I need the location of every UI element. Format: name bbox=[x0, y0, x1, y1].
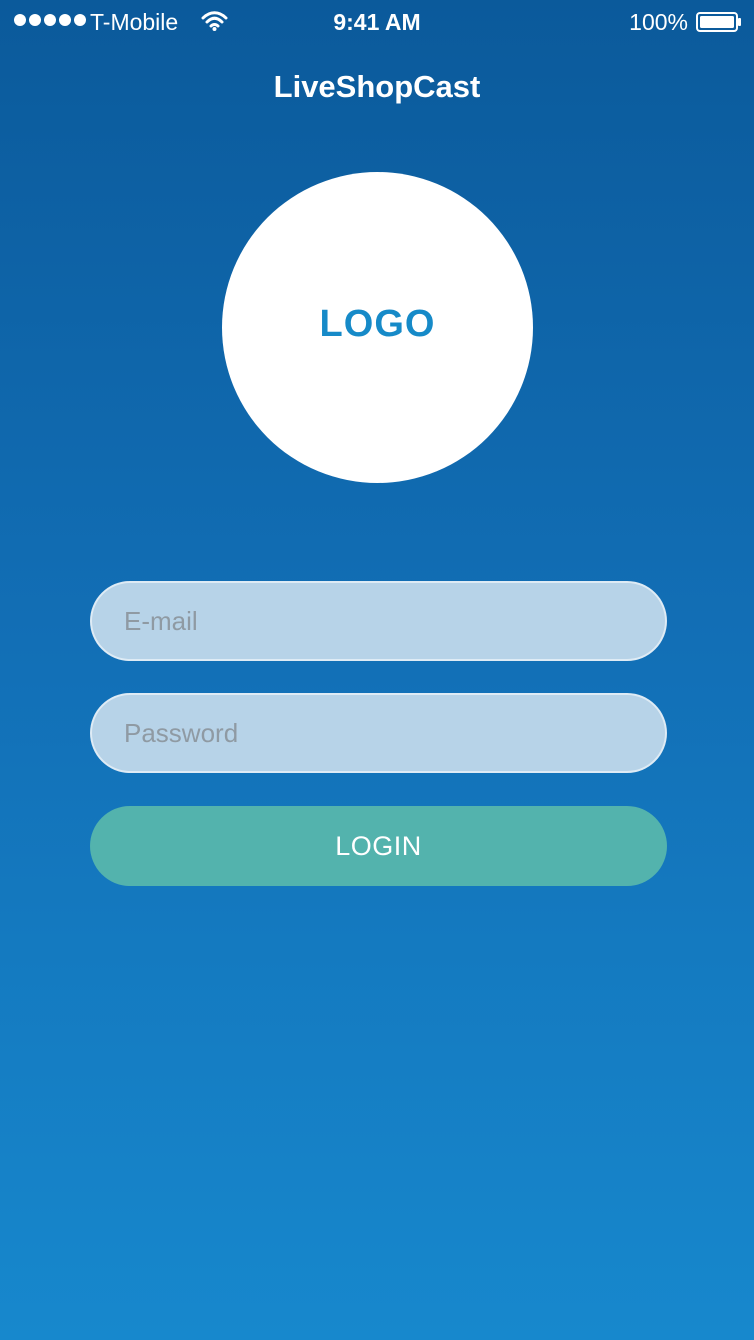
app-title: LiveShopCast bbox=[273, 69, 481, 104]
logo-text: LOGO bbox=[319, 303, 436, 345]
battery-icon bbox=[696, 12, 741, 32]
email-field[interactable] bbox=[90, 581, 667, 661]
password-field[interactable] bbox=[90, 693, 667, 773]
login-screen: T-Mobile 9:41 AM 100% LiveShopCast LOGO … bbox=[0, 0, 754, 1340]
status-bar: T-Mobile 9:41 AM 100% bbox=[0, 0, 754, 44]
login-button[interactable]: LOGIN bbox=[90, 806, 667, 886]
battery-percent: 100% bbox=[629, 9, 688, 35]
logo-placeholder: LOGO bbox=[222, 172, 533, 483]
